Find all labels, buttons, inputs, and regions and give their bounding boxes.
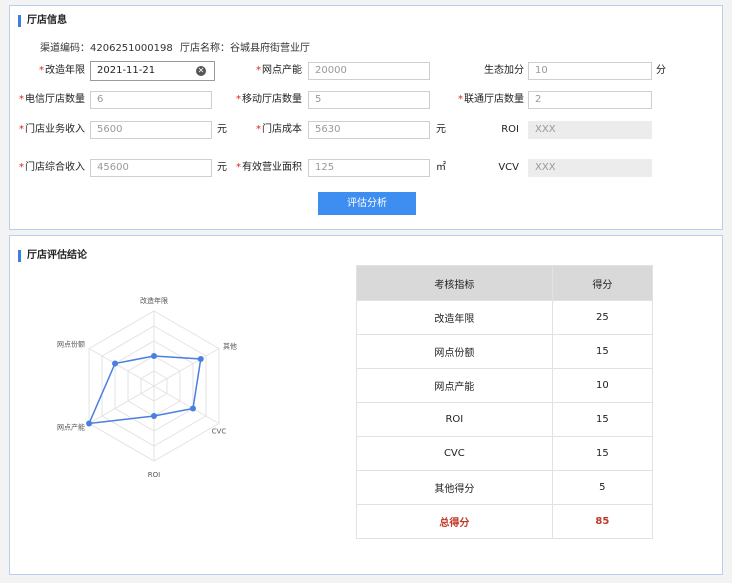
total-income-label: *门店综合收入 — [19, 162, 85, 173]
score-cell: 25 — [551, 300, 654, 335]
assess-analysis-button[interactable]: 评估分析 — [318, 192, 416, 215]
header-score: 得分 — [551, 265, 654, 301]
radar-indicator-label: ROI — [148, 471, 160, 479]
indicator-cell: ROI — [356, 402, 553, 437]
store-name-value: 谷城县府街营业厅 — [230, 43, 310, 54]
channel-code: 渠道编码：4206251000198 — [40, 39, 173, 54]
table-row: ROI 15 — [356, 402, 654, 437]
total-income-unit: 元 — [217, 162, 227, 173]
radar-indicator-label: CVC — [212, 428, 227, 436]
outlet-capacity-input[interactable]: 20000 — [308, 62, 430, 80]
indicator-cell: 网点产能 — [356, 368, 553, 403]
business-income-input[interactable]: 5600 — [90, 121, 212, 139]
radar-data-point — [151, 353, 157, 359]
assessment-conclusion-panel: 厅店评估结论 改造年限 其他 CVC ROI 网点产能 网点份额 考核指标 得分 改造年限… — [9, 235, 723, 575]
eco-bonus-unit: 分 — [656, 65, 666, 76]
eco-bonus-input[interactable]: 10 — [528, 62, 652, 80]
score-cell: 15 — [551, 436, 654, 471]
clear-icon[interactable]: ✕ — [196, 66, 206, 76]
score-table-header-row: 考核指标 得分 — [356, 265, 654, 301]
total-score-cell: 85 — [551, 504, 654, 539]
business-area-input[interactable]: 125 — [308, 159, 430, 177]
total-label-cell: 总得分 — [356, 504, 553, 539]
telecom-count-input[interactable]: 6 — [90, 91, 212, 109]
radar-axis-line — [153, 348, 220, 387]
radar-data-point — [151, 413, 157, 419]
store-name: 厅店名称：谷城县府街营业厅 — [180, 39, 310, 54]
table-row: 其他得分 5 — [356, 470, 654, 505]
business-area-unit: ㎡ — [436, 162, 446, 173]
radar-indicator-label: 网点份额 — [57, 340, 85, 349]
header-indicator: 考核指标 — [356, 265, 553, 301]
channel-code-value: 4206251000198 — [90, 43, 173, 54]
store-cost-input[interactable]: 5630 — [308, 121, 430, 139]
business-income-unit: 元 — [217, 124, 227, 135]
table-row: CVC 15 — [356, 436, 654, 471]
roi-label: ROI — [501, 124, 519, 135]
vcv-readonly-field: XXX — [528, 159, 652, 177]
store-cost-unit: 元 — [436, 124, 446, 135]
renovation-year-date-input[interactable]: 2021-11-21 ✕ — [90, 61, 215, 81]
mobile-count-label: *移动厅店数量 — [236, 94, 302, 105]
indicator-cell: CVC — [356, 436, 553, 471]
mobile-count-input[interactable]: 5 — [308, 91, 430, 109]
radar-chart: 改造年限其他 CVC ROI 网点产能 网点份额 — [57, 296, 237, 479]
radar-data-point — [86, 420, 93, 427]
vcv-label: VCV — [498, 162, 519, 173]
eco-bonus-label: 生态加分 — [484, 65, 524, 76]
business-area-label: *有效营业面积 — [236, 162, 302, 173]
total-income-input[interactable]: 45600 — [90, 159, 212, 177]
section-title-conclusion: 厅店评估结论 — [18, 250, 87, 262]
section-title-store-info: 厅店信息 — [18, 15, 67, 27]
store-info-panel: 厅店信息 渠道编码：4206251000198 厅店名称：谷城县府街营业厅 *改… — [9, 5, 723, 230]
indicator-cell: 其他得分 — [356, 470, 553, 505]
radar-indicator-label: 网点产能 — [57, 423, 85, 432]
indicator-cell: 改造年限 — [356, 300, 553, 335]
outlet-capacity-label: *网点产能 — [256, 65, 302, 76]
table-row: 网点产能 10 — [356, 368, 654, 403]
channel-code-label: 渠道编码： — [40, 43, 90, 54]
score-cell: 15 — [551, 402, 654, 437]
renovation-year-label: *改造年限 — [39, 65, 85, 76]
total-row: 总得分 85 — [356, 504, 654, 539]
score-cell: 5 — [551, 470, 654, 505]
telecom-count-label: *电信厅店数量 — [19, 94, 85, 105]
business-income-label: *门店业务收入 — [19, 124, 85, 135]
score-table: 考核指标 得分 改造年限 25 网点份额 15 网点产能 10 ROI 15 CVC 15… — [356, 265, 654, 539]
store-name-label: 厅店名称： — [180, 43, 230, 54]
table-row: 网点份额 15 — [356, 334, 654, 369]
radar-axis-line — [153, 385, 220, 424]
radar-indicator-label: 改造年限 — [140, 296, 168, 305]
radar-indicator-label: 其他 — [223, 342, 237, 351]
score-cell: 10 — [551, 368, 654, 403]
radar-data-point — [189, 405, 196, 412]
radar-axis-line — [88, 348, 155, 387]
roi-readonly-field: XXX — [528, 121, 652, 139]
unicom-count-label: *联通厅店数量 — [458, 94, 524, 105]
indicator-cell: 网点份额 — [356, 334, 553, 369]
radar-data-point — [112, 360, 119, 367]
store-cost-label: *门店成本 — [256, 124, 302, 135]
radar-data-point — [197, 356, 204, 362]
table-row: 改造年限 25 — [356, 300, 654, 335]
score-cell: 15 — [551, 334, 654, 369]
unicom-count-input[interactable]: 2 — [528, 91, 652, 109]
